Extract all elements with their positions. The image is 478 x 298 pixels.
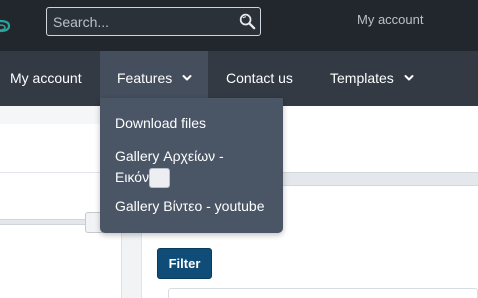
nav-item-templates[interactable]: Templates (330, 51, 414, 106)
search-box (46, 7, 261, 36)
results-container (168, 288, 478, 298)
nav-item-label: Features (117, 70, 173, 86)
dropdown-item-gallery-video[interactable]: Gallery Βίντεο - youtube (115, 196, 265, 217)
top-account-link[interactable]: My account (357, 12, 423, 27)
nav-item-label: Contact us (226, 70, 293, 86)
top-header-bar: My account (0, 0, 478, 51)
chevron-down-icon (182, 75, 192, 81)
search-input[interactable] (53, 13, 233, 31)
nav-item-my-account[interactable]: My account (10, 51, 82, 106)
dropdown-item-gallery-images[interactable]: Gallery Αρχείων - Εικόνων (115, 146, 275, 188)
nav-item-label: My account (10, 70, 82, 86)
range-slider-track[interactable] (0, 219, 92, 225)
chevron-down-icon (404, 75, 414, 81)
page: My account My account Features Contact u… (0, 0, 478, 298)
logo-icon[interactable] (0, 18, 12, 34)
dropdown-item-download-files[interactable]: Download files (115, 113, 206, 134)
range-slider-handle-secondary[interactable] (149, 168, 170, 188)
features-dropdown-menu: Download files Gallery Αρχείων - Εικόνων… (100, 98, 283, 233)
search-icon[interactable] (238, 12, 257, 31)
filter-button[interactable]: Filter (157, 248, 212, 279)
nav-item-label: Templates (330, 70, 394, 86)
